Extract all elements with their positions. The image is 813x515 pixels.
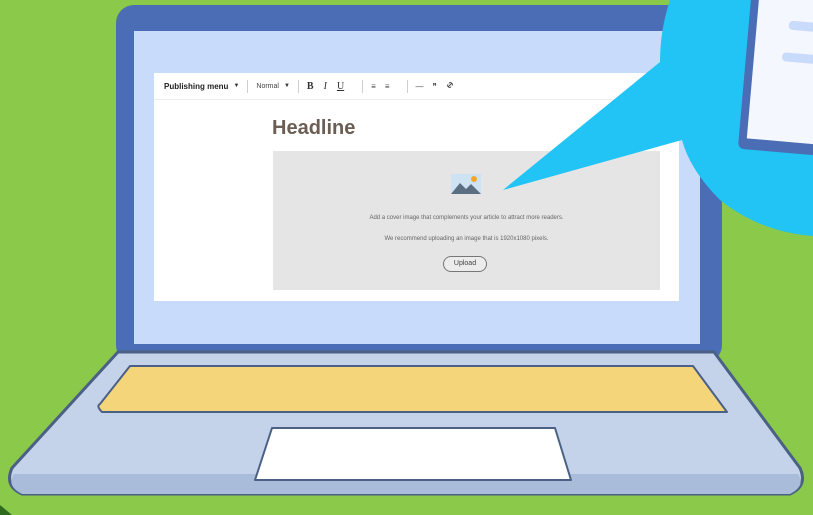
callout-bubble: [503, 0, 813, 236]
mini-document-card: [738, 0, 813, 158]
